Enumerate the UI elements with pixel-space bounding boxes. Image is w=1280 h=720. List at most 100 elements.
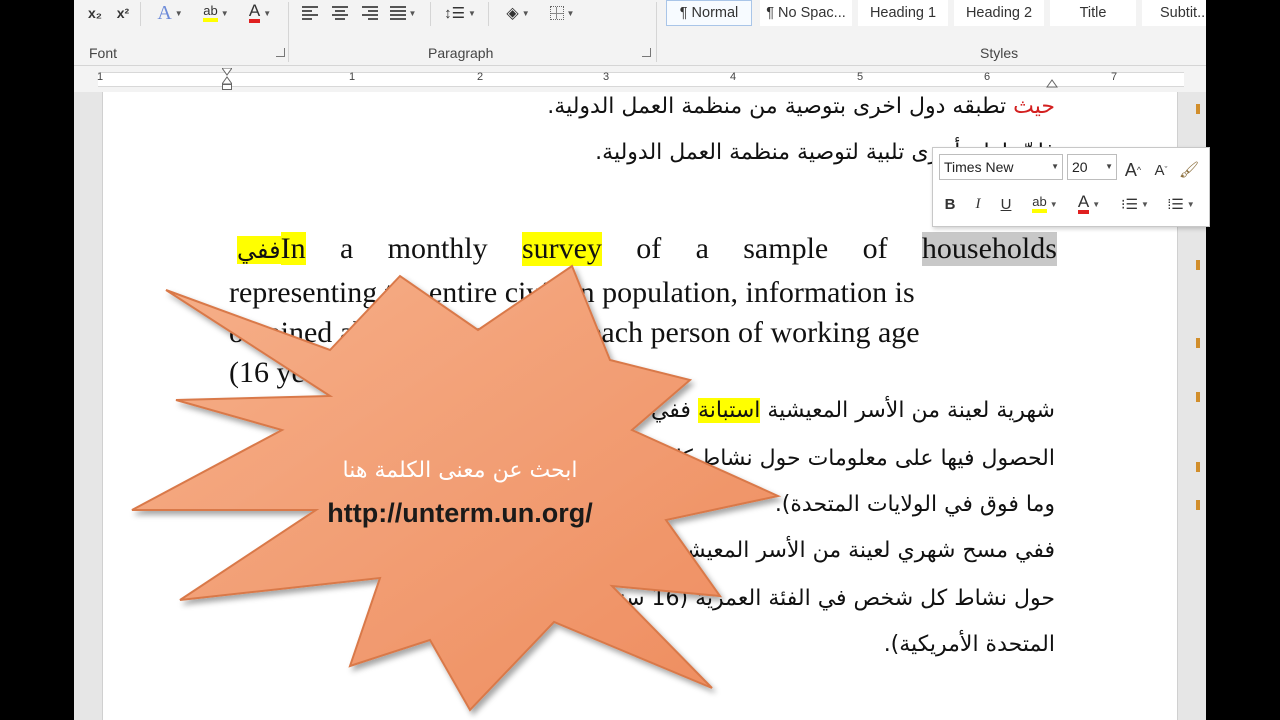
arabic-p3-line-2: حول نشاط كل شخص في الفئة العمرية (16 سنة…: [411, 586, 1055, 611]
word: monthly: [387, 232, 488, 265]
style-heading-2[interactable]: Heading 2: [954, 0, 1044, 26]
font-name-value: Times New Roman: [944, 159, 1014, 175]
chevron-down-icon: ▼: [1049, 199, 1058, 209]
english-line-4: (16 years or over in the U.S.).: [229, 356, 587, 389]
arabic-p2-line-2: الحصول فيها على معلومات حول نشاط كل شخص …: [461, 446, 1055, 471]
font-color-icon: A: [248, 2, 261, 23]
justify-icon: [389, 4, 406, 22]
chevron-down-icon: ▼: [566, 8, 575, 18]
ruler-number: 3: [603, 71, 610, 83]
styles-group-label: Styles: [980, 45, 1019, 61]
borders-button[interactable]: ▼: [542, 2, 582, 24]
word: a: [695, 232, 709, 265]
chevron-down-icon: ▼: [263, 8, 272, 18]
arabic-text: دول اخرى بتوصية من منظمة العمل الدولية.: [547, 94, 946, 119]
arabic-text: شهرية لعينة من الأسر المعيشية: [767, 398, 1055, 423]
font-color-button[interactable]: A ▼: [240, 2, 280, 24]
line-spacing-button[interactable]: ↕☰ ▼: [440, 2, 480, 24]
ribbon-separator: [656, 2, 657, 62]
right-indent-marker[interactable]: [1046, 75, 1058, 88]
bullets-button[interactable]: ⁝☰ ▼: [1115, 192, 1155, 216]
align-right-button[interactable]: [358, 2, 382, 24]
style-subtitle[interactable]: Subtit...: [1142, 0, 1206, 26]
style-no-spacing[interactable]: ¶ No Spac...: [760, 0, 852, 26]
highlighter-icon: ab: [1032, 195, 1047, 213]
format-painter-icon: 🖌: [1178, 162, 1200, 179]
ruler-number: 4: [730, 71, 737, 83]
arabic-highlight-word: تطبقه: [952, 94, 1007, 119]
style-normal[interactable]: ¶ Normal: [666, 0, 752, 26]
word: of: [862, 232, 888, 265]
word: sample: [743, 232, 829, 265]
underline-button[interactable]: U: [995, 192, 1017, 216]
ruler-number: 5: [857, 71, 864, 83]
word: of: [636, 232, 662, 265]
line-spacing-icon: ↕☰: [444, 5, 466, 22]
ribbon-separator: [140, 2, 141, 26]
floating-mini-toolbar: Times New Roman ▼ 20 ▼ A^ Aˇ 🖌 B I U ab▼…: [932, 147, 1210, 227]
highlighter-icon: ab: [203, 4, 218, 22]
horizontal-ruler[interactable]: 1 1 2 3 4 5 6 7: [74, 66, 1206, 92]
ruler-bar: [98, 72, 1184, 87]
word-group: ففيIn: [237, 232, 306, 266]
borders-icon: [549, 6, 564, 20]
ruler-number: 7: [1111, 71, 1118, 83]
arabic-p3-line-1: ففي مسح شهري لعينة من الأسر المعيشية الم…: [464, 538, 1055, 563]
numbering-button[interactable]: ⁞☰ ▼: [1161, 192, 1201, 216]
ribbon-separator: [488, 2, 489, 26]
ruler-number: 1: [97, 71, 104, 83]
arabic-highlighted-word: استبانة: [697, 398, 761, 423]
shrink-font-button[interactable]: Aˇ: [1149, 158, 1173, 182]
arabic-p3-line-3: المتحدة الأمريكية).: [883, 632, 1055, 657]
numbering-icon: ⁞☰: [1167, 195, 1184, 212]
italic-button[interactable]: I: [967, 192, 989, 216]
grow-font-button[interactable]: A ^: [1121, 158, 1145, 182]
bullets-icon: ⁝☰: [1121, 196, 1139, 212]
word: a: [339, 232, 354, 265]
paragraph-dialog-launcher[interactable]: [642, 48, 651, 57]
font-color-icon: A: [1077, 193, 1090, 214]
ribbon-separator: [430, 2, 431, 26]
style-heading-1[interactable]: Heading 1: [858, 0, 948, 26]
chevron-down-icon: ▼: [1141, 199, 1149, 209]
justify-button[interactable]: ▼: [386, 2, 420, 24]
english-line-1: ففيIn a monthly survey of a sample of ho…: [237, 228, 1057, 270]
chevron-down-icon: ▼: [468, 8, 476, 18]
text-effects-button[interactable]: A ▼: [150, 2, 190, 24]
arabic-p2-line-3: وما فوق في الولايات المتحدة).: [774, 492, 1055, 517]
shading-button[interactable]: ◈ ▼: [498, 2, 538, 24]
bold-button[interactable]: B: [939, 192, 961, 216]
align-left-icon: [302, 4, 318, 22]
grow-font-icon: A: [1124, 159, 1137, 180]
highlight-button[interactable]: ab ▼: [1025, 192, 1065, 216]
format-painter-button[interactable]: 🖌: [1177, 158, 1201, 182]
indent-icon: [1046, 79, 1058, 88]
highlighted-word: survey: [521, 232, 602, 266]
text-effects-icon: A: [157, 1, 172, 24]
align-left-button[interactable]: [298, 2, 322, 24]
align-center-icon: [332, 4, 348, 22]
ruler-number: 1: [349, 71, 356, 83]
arabic-line-1: حيث تطبقه دول اخرى بتوصية من منظمة العمل…: [547, 94, 1055, 119]
chevron-down-icon: ▼: [1092, 199, 1101, 209]
indent-icon: [221, 67, 233, 90]
left-indent-marker[interactable]: [221, 67, 233, 90]
word: In: [280, 232, 306, 265]
align-center-button[interactable]: [328, 2, 352, 24]
font-size-combobox[interactable]: 20 ▼: [1067, 154, 1117, 180]
english-line-2: representing the entire civilian populat…: [229, 276, 915, 309]
ruler-number: 6: [984, 71, 991, 83]
paragraph-group-label: Paragraph: [428, 45, 494, 61]
font-name-combobox[interactable]: Times New Roman ▼: [939, 154, 1063, 180]
arabic-red-word: حيث: [1013, 94, 1055, 119]
chevron-down-icon: ▼: [521, 8, 530, 18]
highlight-color-button[interactable]: ab ▼: [196, 2, 236, 24]
font-color-button[interactable]: A ▼: [1069, 192, 1109, 216]
font-dialog-launcher[interactable]: [276, 48, 285, 57]
superscript-button[interactable]: x²: [112, 2, 134, 24]
ribbon: x₂ x² A ▼ ab ▼ A ▼ Font ▼ ↕☰ ▼ ◈ ▼ ▼ Paragrap…: [74, 0, 1206, 66]
chevron-down-icon: ▼: [408, 8, 417, 18]
subscript-button[interactable]: x₂: [84, 2, 106, 24]
selected-word[interactable]: households: [921, 232, 1057, 266]
style-title[interactable]: Title: [1050, 0, 1136, 26]
